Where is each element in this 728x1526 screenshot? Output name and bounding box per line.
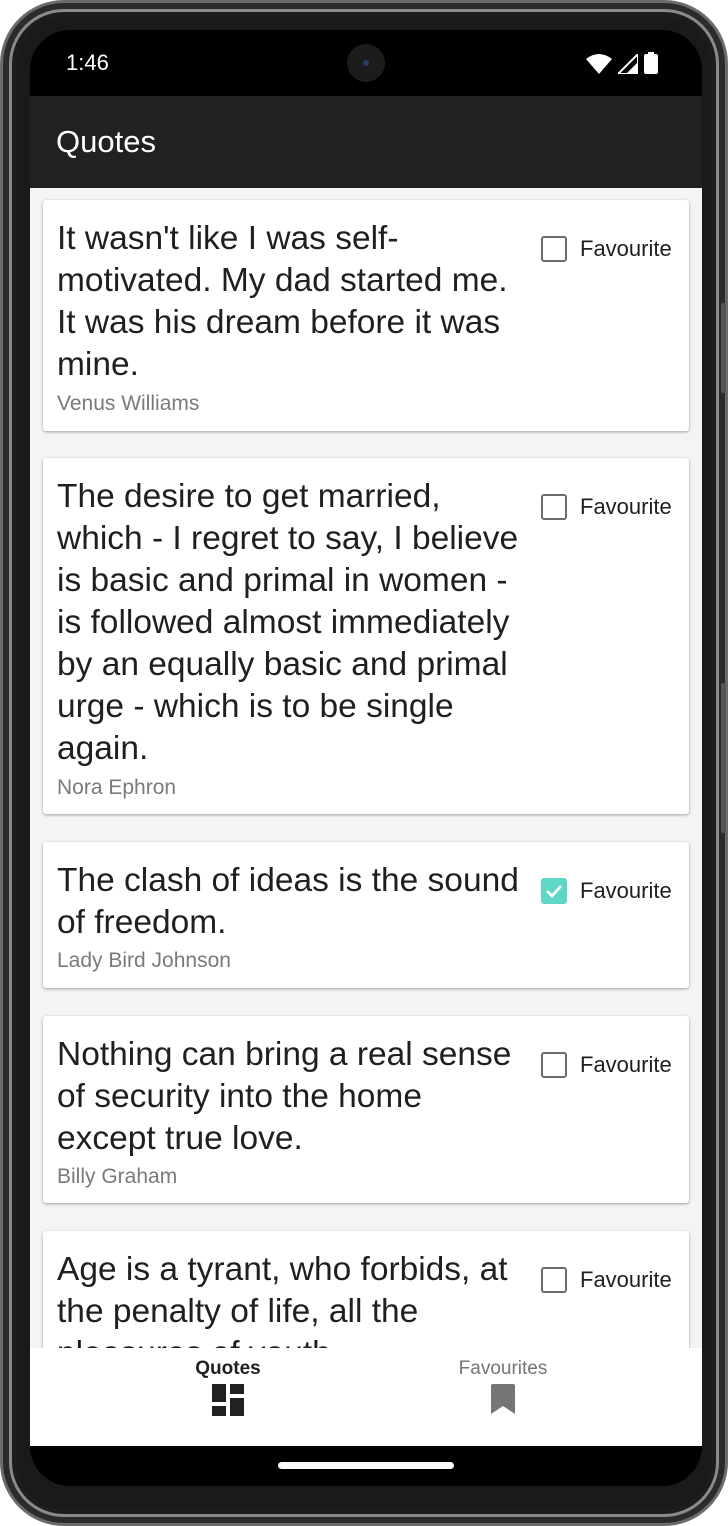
- quote-text: Age is a tyrant, who forbids, at the pen…: [57, 1251, 508, 1348]
- bookmark-icon[interactable]: [491, 1384, 515, 1419]
- power-button: [721, 683, 726, 833]
- favourite-checkbox[interactable]: [541, 1267, 567, 1293]
- quote-text: It wasn't like I was self-motivated. My …: [57, 220, 508, 383]
- wifi-icon: [586, 54, 612, 79]
- status-time: 1:46: [66, 50, 109, 75]
- quote-text: The clash of ideas is the sound of freed…: [57, 862, 519, 941]
- signal-icon: [615, 51, 639, 79]
- front-camera: [347, 44, 385, 82]
- favourite-toggle[interactable]: Favourite: [541, 494, 672, 520]
- favourite-checkbox[interactable]: [541, 1052, 567, 1078]
- quote-author: Nora Ephron: [57, 776, 177, 799]
- quotes-list[interactable]: It wasn't like I was self-motivated. My …: [30, 188, 702, 1348]
- check-icon: [546, 885, 562, 898]
- favourite-label[interactable]: Favourite: [580, 236, 672, 262]
- quote-card: It wasn't like I was self-motivated. My …: [43, 200, 689, 431]
- nav-label-favourites[interactable]: Favourites: [403, 1358, 603, 1380]
- home-gesture-pill[interactable]: [278, 1462, 454, 1469]
- favourite-checkbox[interactable]: [541, 494, 567, 520]
- quote-card: Age is a tyrant, who forbids, at the pen…: [43, 1231, 689, 1348]
- nav-label-quotes[interactable]: Quotes: [128, 1358, 328, 1380]
- nav-item-quotes[interactable]: Quotes: [128, 1348, 328, 1446]
- quote-card: Nothing can bring a real sense of securi…: [43, 1016, 689, 1203]
- app-title: Quotes: [56, 124, 156, 159]
- quote-text: The desire to get married, which - I reg…: [57, 478, 519, 767]
- favourite-label[interactable]: Favourite: [580, 1267, 672, 1293]
- favourite-toggle[interactable]: Favourite: [541, 878, 672, 904]
- quote-text: Nothing can bring a real sense of securi…: [57, 1036, 512, 1157]
- dashboard-icon[interactable]: [212, 1384, 244, 1421]
- nav-item-favourites[interactable]: Favourites: [403, 1348, 603, 1446]
- favourite-toggle[interactable]: Favourite: [541, 1052, 672, 1078]
- battery-icon: [644, 52, 658, 79]
- favourite-label[interactable]: Favourite: [580, 494, 672, 520]
- quote-author: Billy Graham: [57, 1165, 178, 1188]
- quote-card: The desire to get married, which - I reg…: [43, 458, 689, 814]
- favourite-toggle[interactable]: Favourite: [541, 1267, 672, 1293]
- app-bar: Quotes: [30, 96, 702, 188]
- favourite-label[interactable]: Favourite: [580, 1052, 672, 1078]
- favourite-checkbox[interactable]: [541, 236, 567, 262]
- favourite-toggle[interactable]: Favourite: [541, 236, 672, 262]
- favourite-checkbox-checked[interactable]: [541, 878, 567, 904]
- volume-button: [721, 303, 726, 393]
- phone-screen: 1:46 Quotes It wasn't like I was self-mo…: [30, 30, 702, 1486]
- gesture-bar-area: [30, 1446, 702, 1486]
- quote-author: Lady Bird Johnson: [57, 949, 231, 972]
- quote-card: The clash of ideas is the sound of freed…: [43, 842, 689, 988]
- status-bar: 1:46: [30, 30, 702, 96]
- status-icons: [586, 51, 658, 79]
- bottom-navigation: Quotes Favourites: [30, 1348, 702, 1446]
- favourite-label[interactable]: Favourite: [580, 878, 672, 904]
- quote-author: Venus Williams: [57, 392, 200, 415]
